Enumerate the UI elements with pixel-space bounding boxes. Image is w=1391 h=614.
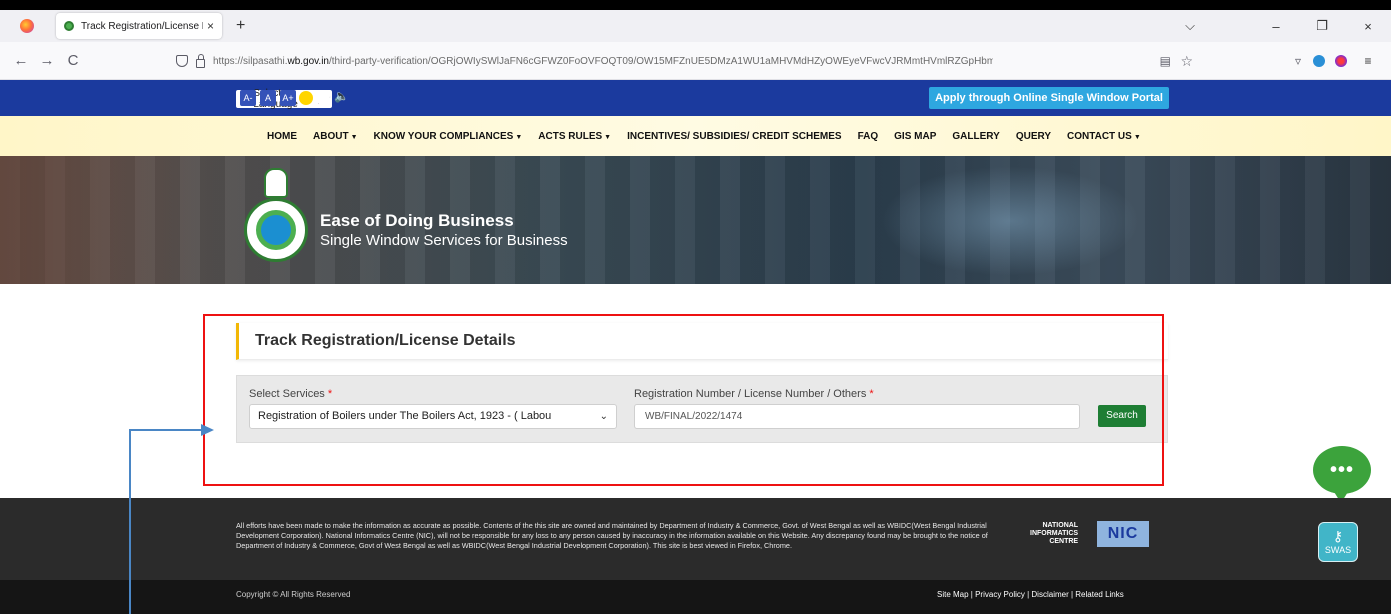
new-tab-button[interactable]: + <box>236 17 245 35</box>
swas-icon: ⚷ <box>1332 528 1344 544</box>
back-button[interactable]: ← <box>8 52 34 69</box>
forward-button[interactable]: → <box>34 52 60 69</box>
nav-item-incentives-subsidies-credit-schemes[interactable]: INCENTIVES/ SUBSIDIES/ CREDIT SCHEMES <box>627 131 841 142</box>
utility-bar: G Select Language | ▼ A- A A+ 🔈 Apply th… <box>0 80 1391 116</box>
annotation-arrow-line <box>129 429 131 614</box>
address-bar[interactable]: https://silpasathi.wb.gov.in/third-party… <box>176 47 1201 75</box>
hero-banner <box>0 156 1391 284</box>
speaker-icon[interactable]: 🔈 <box>334 89 349 103</box>
banner-texture <box>0 156 1391 284</box>
bookmark-star-icon[interactable]: ☆ <box>1180 53 1193 70</box>
font-decrease-button[interactable]: A- <box>240 90 256 106</box>
banner-subtitle: Single Window Services for Business <box>320 232 568 249</box>
toolbar-extensions: ▿ ≡ <box>1287 42 1391 80</box>
nav-item-label: ABOUT <box>313 130 349 142</box>
nav-item-label: KNOW YOUR COMPLIANCES <box>373 130 514 142</box>
nav-item-label: ACTS RULES <box>538 130 603 142</box>
tab-close-icon[interactable]: × <box>207 19 214 33</box>
swas-label: SWAS <box>1324 545 1352 555</box>
site-favicon-icon <box>64 21 74 31</box>
apply-online-button[interactable]: Apply through Online Single Window Porta… <box>929 87 1169 109</box>
annotation-arrow-line <box>129 429 204 431</box>
nav-item-contact-us[interactable]: CONTACT US ▼ <box>1067 131 1141 142</box>
banner-glow <box>880 166 1140 276</box>
nav-item-gis-map[interactable]: GIS MAP <box>894 131 936 142</box>
annotation-arrow-head-icon <box>201 424 214 436</box>
white-contrast-button[interactable] <box>316 91 330 105</box>
nav-item-label: GIS MAP <box>894 130 937 142</box>
nav-item-know-your-compliances[interactable]: KNOW YOUR COMPLIANCES ▼ <box>374 131 523 142</box>
minimize-button[interactable]: – <box>1253 19 1299 34</box>
main-navigation: HOME ABOUT ▼ KNOW YOUR COMPLIANCES ▼ ACTS RUL… <box>0 116 1391 156</box>
nav-item-faq[interactable]: FAQ <box>858 131 879 142</box>
font-normal-button[interactable]: A <box>260 90 276 106</box>
extension-icon[interactable] <box>1313 55 1325 67</box>
pocket-icon[interactable]: ▿ <box>1287 54 1309 68</box>
nav-item-label: INCENTIVES/ SUBSIDIES/ CREDIT SCHEMES <box>627 130 842 142</box>
reader-view-icon[interactable]: ▤ <box>1160 54 1171 68</box>
restore-button[interactable]: ❐ <box>1299 18 1345 34</box>
highlight-box <box>203 314 1164 486</box>
lock-icon[interactable] <box>196 53 205 68</box>
copyright-bar <box>0 580 1391 614</box>
extension-icon[interactable] <box>1335 55 1347 67</box>
nic-wordmark: NATIONAL INFORMATICS CENTRE <box>1030 522 1079 545</box>
nav-item-gallery[interactable]: GALLERY <box>952 131 999 142</box>
tracking-shield-icon[interactable] <box>176 55 188 67</box>
browser-nav-bar: ← → C https://silpasathi.wb.gov.in/third… <box>0 42 1391 80</box>
url-text[interactable]: https://silpasathi.wb.gov.in/third-party… <box>213 56 993 67</box>
window-controls: ⌵ – ❐ × <box>1167 10 1391 42</box>
close-window-button[interactable]: × <box>1345 19 1391 34</box>
list-all-tabs-icon[interactable]: ⌵ <box>1167 18 1213 34</box>
footer-links[interactable]: Site Map | Privacy Policy | Disclaimer |… <box>937 590 1124 599</box>
banner-shade <box>0 156 200 284</box>
nav-item-query[interactable]: QUERY <box>1016 131 1051 142</box>
caret-down-icon: ▼ <box>350 133 358 141</box>
nav-item-label: QUERY <box>1015 130 1052 142</box>
nav-item-label: FAQ <box>857 130 879 142</box>
browser-tab[interactable]: Track Registration/License Deta × <box>56 13 222 39</box>
west-bengal-seal-icon <box>244 198 308 262</box>
browser-tab-bar: Track Registration/License Deta × + ⌵ – … <box>0 10 1391 42</box>
caret-down-icon: ▼ <box>604 133 612 141</box>
caret-down-icon: ▼ <box>1133 133 1141 141</box>
top-black-strip <box>0 0 1391 10</box>
yellow-contrast-button[interactable] <box>299 91 313 105</box>
nav-item-about[interactable]: ABOUT ▼ <box>313 131 358 142</box>
nav-item-label: HOME <box>267 130 297 142</box>
nav-item-acts-rules[interactable]: ACTS RULES ▼ <box>538 131 611 142</box>
nav-item-home[interactable]: HOME <box>267 131 297 142</box>
swas-button[interactable]: ⚷ SWAS <box>1318 522 1358 562</box>
font-increase-button[interactable]: A+ <box>280 90 296 106</box>
reload-button[interactable]: C <box>60 52 86 69</box>
state-emblem-icon <box>264 168 288 198</box>
nav-item-label: CONTACT US <box>1067 130 1132 142</box>
footer-disclaimer: All efforts have been made to make the i… <box>236 521 988 550</box>
nav-item-label: GALLERY <box>952 130 1000 142</box>
firefox-icon[interactable] <box>20 19 34 33</box>
banner-title: Ease of Doing Business <box>320 211 514 230</box>
caret-down-icon: ▼ <box>515 133 523 141</box>
nic-logo-icon: NIC <box>1097 521 1149 547</box>
copyright-text: Copyright © All Rights Reserved <box>236 590 351 599</box>
tab-title: Track Registration/License Deta <box>81 20 203 32</box>
app-menu-icon[interactable]: ≡ <box>1357 54 1379 68</box>
